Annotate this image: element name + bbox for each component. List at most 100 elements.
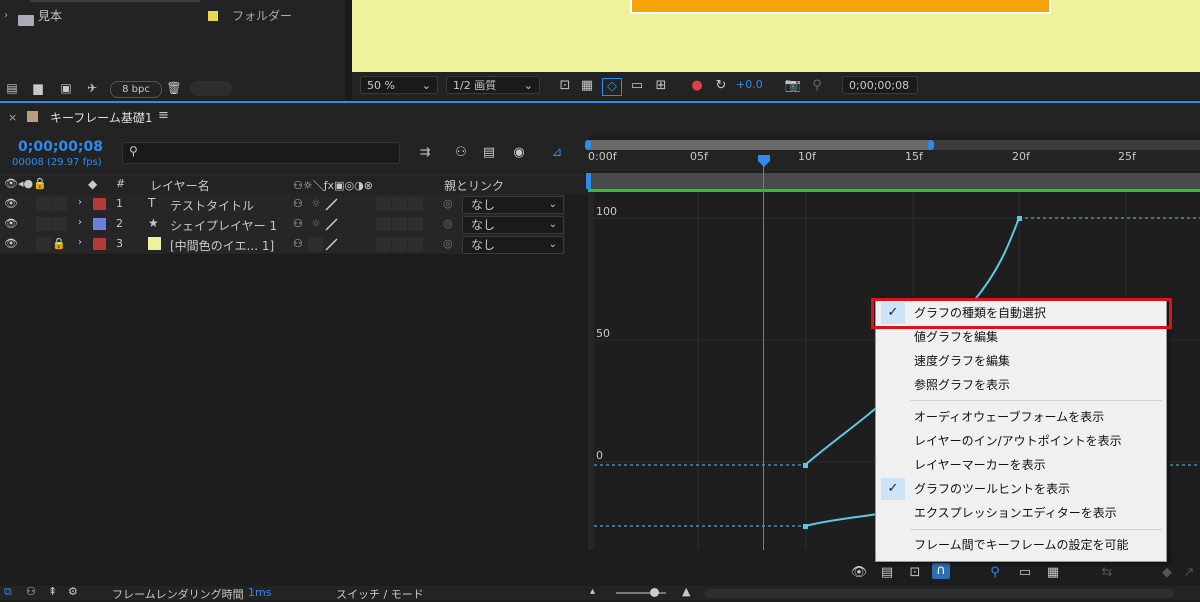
layer-toggle-icon[interactable]: ⚇ — [26, 585, 36, 598]
zoom-dropdown[interactable]: 50 % ⌄ — [360, 76, 438, 94]
current-time-indicator-icon[interactable] — [757, 154, 771, 168]
comp-toggle-icon[interactable]: ⧉ — [4, 585, 12, 599]
menu-item-show-reference-graph[interactable]: 参照グラフを表示 — [876, 373, 1166, 397]
transparency-grid-icon[interactable]: ▦ — [578, 78, 596, 94]
pickwhip-icon[interactable]: ◎ — [443, 237, 453, 250]
zoom-in-icon[interactable]: ▲ — [682, 585, 690, 598]
av-features-icon[interactable]: 👁◂●🔒 — [4, 177, 47, 190]
viewer-timecode[interactable]: 0;00;00;08 — [842, 76, 918, 94]
shy-switch-icon[interactable]: ⚇ — [293, 237, 303, 250]
expand-arrow-icon[interactable]: › — [78, 237, 82, 248]
exposure-value[interactable]: +0.0 — [736, 78, 763, 91]
expand-arrow-icon[interactable]: › — [78, 197, 82, 208]
channel-icon[interactable]: ● — [688, 78, 706, 94]
menu-item-show-expression-editor[interactable]: エクスプレッションエディターを表示 — [876, 501, 1166, 525]
quality-switch-icon[interactable] — [324, 217, 338, 231]
pickwhip-icon[interactable]: ◎ — [443, 197, 453, 210]
quality-switch-icon[interactable] — [324, 237, 338, 251]
shy-layers-icon[interactable]: ⚇ — [452, 145, 470, 161]
graph-options-icon[interactable]: ▤ — [878, 565, 896, 581]
graph-editor-toggle-icon[interactable]: ⊿ — [548, 145, 566, 161]
layer-name-column[interactable]: レイヤー名 — [150, 177, 210, 194]
frame-blending-icon[interactable]: ▤ — [480, 145, 498, 161]
resolution-dropdown[interactable]: 1/2 画質 ⌄ — [446, 76, 540, 94]
reset-exposure-icon[interactable]: ↻ — [712, 78, 730, 94]
collapse-switch-icon[interactable]: ☼ — [311, 197, 321, 210]
motion-blur-icon[interactable]: ◉ — [510, 145, 528, 161]
time-navigator-range[interactable] — [590, 140, 930, 150]
zoom-slider-thumb[interactable] — [650, 588, 659, 597]
render-queue-icon[interactable]: ✈ — [84, 81, 100, 95]
parent-dropdown[interactable]: なし ⌄ — [462, 216, 564, 234]
work-area-start-handle[interactable] — [586, 173, 591, 189]
lock-icon[interactable]: 🔒 — [52, 237, 66, 250]
show-properties-icon[interactable]: 👁 — [850, 565, 868, 581]
menu-item-allow-keyframes-between-frames[interactable]: フレーム間でキーフレームの設定を可能 — [876, 533, 1166, 557]
layer-name[interactable]: テストタイトル — [170, 197, 254, 214]
navigator-start-handle[interactable] — [585, 140, 591, 150]
menu-item-show-layer-in-out[interactable]: レイヤーのイン/アウトポイントを表示 — [876, 429, 1166, 453]
menu-item-show-graph-tooltips[interactable]: ✓ グラフのツールヒントを表示 — [876, 477, 1166, 501]
shy-switch-icon[interactable]: ⚇ — [293, 217, 303, 230]
eye-icon[interactable]: 👁 — [4, 237, 18, 251]
project-slider[interactable] — [190, 81, 232, 96]
keyframe-interp-icon[interactable]: ◆ — [1158, 565, 1176, 581]
edit-keyframe-icon[interactable]: ⇆ — [1098, 565, 1116, 581]
fit-selection-icon[interactable]: ⚲ — [986, 565, 1004, 581]
shy-switch-icon[interactable]: ⚇ — [293, 197, 303, 210]
project-row-folder[interactable]: › 見本 フォルダー — [0, 6, 330, 26]
timeline-tab-title[interactable]: キーフレーム基礎1 — [50, 109, 153, 126]
parent-dropdown[interactable]: なし ⌄ — [462, 196, 564, 214]
show-snapshot-icon[interactable]: ⚲ — [808, 78, 826, 94]
navigator-end-handle[interactable] — [928, 140, 934, 150]
comp-mini-flowchart-icon[interactable]: ⇉ — [416, 145, 434, 161]
layer-row[interactable]: 👁 🔒 › 3 [中間色のイエ... 1] ⚇ ◎ なし ⌄ — [0, 234, 565, 255]
pickwhip-icon[interactable]: ◎ — [443, 217, 453, 230]
current-time-display[interactable]: 0;00;00;08 — [18, 139, 103, 155]
comp-shape-layer[interactable] — [630, 0, 1051, 14]
close-tab-icon[interactable]: × — [8, 111, 17, 124]
zoom-out-icon[interactable]: ▴ — [590, 586, 595, 597]
menu-item-show-audio-waveforms[interactable]: オーディオウェーブフォームを表示 — [876, 405, 1166, 429]
layer-row[interactable]: 👁 › 1 T テストタイトル ⚇ ☼ ◎ なし ⌄ — [0, 194, 565, 215]
easy-ease-icon[interactable]: ↗ — [1180, 565, 1198, 581]
quality-switch-icon[interactable] — [324, 197, 338, 211]
eye-icon[interactable]: 👁 — [4, 217, 18, 231]
label-column-icon[interactable]: ◆ — [88, 177, 97, 191]
new-folder-icon[interactable]: ▆ — [30, 81, 46, 95]
separate-dimensions-icon[interactable]: ▦ — [1044, 565, 1062, 581]
expand-arrow-icon[interactable]: › — [4, 6, 8, 26]
menu-item-show-layer-markers[interactable]: レイヤーマーカーを表示 — [876, 453, 1166, 477]
new-composition-icon[interactable]: ▣ — [58, 81, 74, 95]
fit-all-icon[interactable]: ▭ — [1016, 565, 1034, 581]
render-time-toggle-icon[interactable]: ⚙ — [68, 585, 78, 598]
parent-dropdown[interactable]: なし ⌄ — [462, 236, 564, 254]
layer-name[interactable]: [中間色のイエ... 1] — [170, 237, 274, 254]
layer-label-color[interactable] — [93, 198, 106, 210]
trash-icon[interactable]: 🗑 — [166, 81, 182, 95]
work-area-bar[interactable] — [588, 173, 1200, 189]
switches-icons[interactable]: ⚇☼＼ƒx▣◎◑⊗ — [293, 177, 373, 193]
parent-column[interactable]: 親とリンク — [444, 177, 504, 194]
transform-box-icon[interactable]: ⊡ — [906, 565, 924, 581]
layer-search-input[interactable]: ⚲ — [122, 142, 400, 164]
layer-name[interactable]: シェイプレイヤー 1 — [170, 217, 277, 234]
mask-visibility-icon[interactable]: ◇ — [602, 78, 622, 96]
menu-item-edit-speed-graph[interactable]: 速度グラフを編集 — [876, 349, 1166, 373]
expand-arrow-icon[interactable]: › — [78, 217, 82, 228]
bit-depth-button[interactable]: 8 bpc — [110, 81, 162, 98]
layer-label-color[interactable] — [93, 238, 106, 250]
interpret-footage-icon[interactable]: ▤ — [4, 81, 20, 95]
snap-icon[interactable]: ∩ — [932, 563, 950, 579]
layer-row[interactable]: 👁 › 2 ★ シェイプレイヤー 1 ⚇ ☼ ◎ なし ⌄ — [0, 214, 565, 235]
collapse-switch-icon[interactable]: ☼ — [311, 217, 321, 230]
region-of-interest-icon[interactable]: ▭ — [628, 78, 646, 94]
current-time-line[interactable] — [763, 156, 764, 550]
snapshot-camera-icon[interactable]: 📷 — [784, 78, 802, 94]
timeline-scrollbar[interactable] — [704, 589, 1174, 598]
fast-previews-icon[interactable]: ⊡ — [556, 78, 574, 94]
tab-menu-icon[interactable]: ≡ — [158, 108, 169, 123]
layer-label-color[interactable] — [93, 218, 106, 230]
frame-toggle-icon[interactable]: ⇞ — [48, 585, 57, 598]
eye-icon[interactable]: 👁 — [4, 197, 18, 211]
